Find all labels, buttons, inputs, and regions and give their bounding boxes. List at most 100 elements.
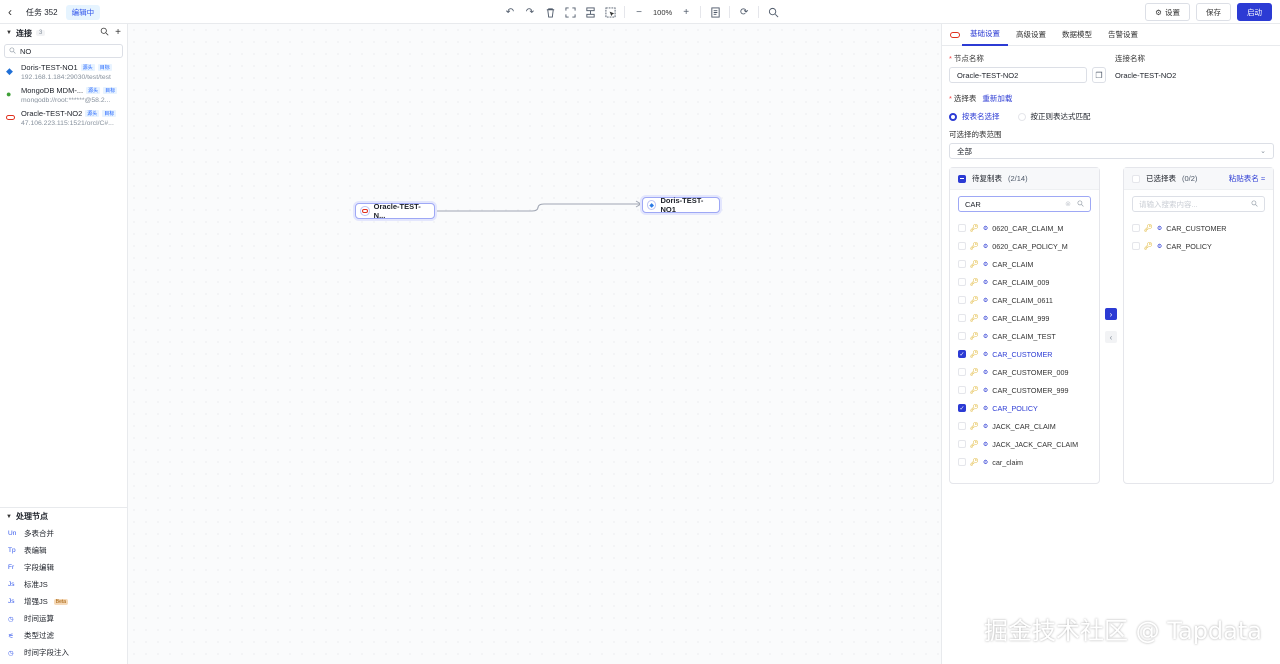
delete-icon[interactable]: [540, 2, 560, 22]
checkbox[interactable]: [958, 242, 966, 250]
back-arrow-icon[interactable]: ‹: [8, 5, 18, 19]
checkbox[interactable]: [958, 332, 966, 340]
connection-item[interactable]: Oracle-TEST-NO2 源头 目标 47.106.223.115:152…: [0, 106, 127, 129]
dag-canvas[interactable]: Oracle-TEST-N... ◆ Doris-TEST-NO1: [128, 24, 941, 664]
source-node[interactable]: Oracle-TEST-N...: [355, 202, 435, 220]
process-node-icon: Js: [8, 598, 15, 605]
connection-item[interactable]: ● MongoDB MDM-... 源头 目标 mongodb://root:*…: [0, 83, 127, 106]
checkbox[interactable]: [958, 422, 966, 430]
selected-table-search-input[interactable]: 请输入搜索内容...: [1132, 196, 1265, 212]
source-table-row[interactable]: 🔑︎ ⚙ CAR_CLAIM: [950, 255, 1099, 273]
refresh-icon[interactable]: ⟳: [734, 2, 754, 22]
source-table-row[interactable]: 🔑︎ ⚙ car_claim: [950, 453, 1099, 471]
select-mode-icon[interactable]: [600, 2, 620, 22]
connection-name-label: 连接名称: [1115, 54, 1145, 63]
selected-table-row[interactable]: 🔑︎ ⚙ CAR_CUSTOMER: [1124, 219, 1273, 237]
start-button[interactable]: 启动: [1237, 3, 1272, 21]
source-table-row[interactable]: 🔑︎ ⚙ JACK_CAR_CLAIM: [950, 417, 1099, 435]
auto-layout-icon[interactable]: [580, 2, 600, 22]
search-icon[interactable]: [100, 27, 109, 39]
document-icon[interactable]: [705, 2, 725, 22]
tab-advanced-settings[interactable]: 高级设置: [1008, 24, 1054, 46]
checkbox[interactable]: [958, 368, 966, 376]
process-node-icon: ◷: [8, 615, 14, 623]
source-table-row[interactable]: 🔑︎ ⚙ 0620_CAR_CLAIM_M: [950, 219, 1099, 237]
undo-icon[interactable]: ↶: [500, 2, 520, 22]
checkbox[interactable]: [1132, 242, 1140, 250]
move-left-button[interactable]: ‹: [1105, 331, 1117, 343]
key-icon: 🔑︎: [970, 441, 979, 448]
checkbox[interactable]: [1132, 224, 1140, 232]
settings-label: 设置: [1165, 7, 1180, 17]
checkbox[interactable]: [958, 314, 966, 322]
checkbox-checked[interactable]: ✓: [958, 404, 966, 412]
target-node[interactable]: ◆ Doris-TEST-NO1: [642, 196, 720, 214]
fit-view-icon[interactable]: [560, 2, 580, 22]
toolbar-divider: [758, 6, 760, 18]
connection-search-input[interactable]: NO: [4, 44, 123, 58]
settings-button[interactable]: ⚙ 设置: [1145, 3, 1190, 21]
select-all-checkbox[interactable]: [958, 174, 966, 183]
source-table-row[interactable]: 🔑︎ ⚙ CAR_CLAIM_999: [950, 309, 1099, 327]
add-icon[interactable]: +: [115, 27, 121, 39]
source-table-row[interactable]: ✓ 🔑︎ ⚙ CAR_CUSTOMER: [950, 345, 1099, 363]
connection-list: ◆ Doris-TEST-NO1 源头 目标 192.168.1.184:290…: [0, 60, 127, 129]
redo-icon[interactable]: ↷: [520, 2, 540, 22]
copy-icon[interactable]: ❐: [1092, 67, 1106, 83]
table-icon: ⚙: [982, 405, 989, 412]
clear-icon[interactable]: ⊗: [1065, 200, 1071, 208]
key-icon: 🔑︎: [970, 405, 979, 412]
search-icon: [1077, 200, 1084, 209]
process-node-item[interactable]: Fr 字段编辑: [0, 559, 127, 576]
source-table-search-input[interactable]: CAR ⊗: [958, 196, 1091, 212]
source-table-row[interactable]: 🔑︎ ⚙ CAR_CLAIM_TEST: [950, 327, 1099, 345]
checkbox[interactable]: [958, 458, 966, 466]
table-range-select[interactable]: 全部 ⌄: [949, 143, 1274, 159]
selected-table-row[interactable]: 🔑︎ ⚙ CAR_POLICY: [1124, 237, 1273, 255]
reload-link[interactable]: 重新加载: [982, 93, 1012, 104]
paste-table-names-button[interactable]: 粘贴表名 ≈: [1229, 173, 1265, 184]
table-icon: ⚙: [982, 459, 989, 466]
process-nodes-header[interactable]: ▼ 处理节点: [0, 507, 127, 525]
move-right-button[interactable]: ›: [1105, 308, 1117, 320]
source-table-row[interactable]: ✓ 🔑︎ ⚙ CAR_POLICY: [950, 399, 1099, 417]
source-table-row[interactable]: 🔑︎ ⚙ JACK_JACK_CAR_CLAIM: [950, 435, 1099, 453]
node-name-input[interactable]: Oracle-TEST-NO2: [949, 67, 1087, 83]
source-table-row[interactable]: 🔑︎ ⚙ CAR_CUSTOMER_009: [950, 363, 1099, 381]
radio-unchecked-icon: [1017, 112, 1026, 121]
source-table-box: 待复制表 (2/14) CAR ⊗ 🔑︎ ⚙ 0620_CAR_CLAIM_M …: [949, 167, 1100, 484]
checkbox-checked[interactable]: ✓: [958, 350, 966, 358]
source-table-row[interactable]: 🔑︎ ⚙ CAR_CLAIM_009: [950, 273, 1099, 291]
tab-basic-settings[interactable]: 基础设置: [962, 24, 1008, 46]
tab-alert-settings[interactable]: 告警设置: [1100, 24, 1146, 46]
checkbox[interactable]: [958, 278, 966, 286]
checkbox[interactable]: [958, 224, 966, 232]
source-table-row[interactable]: 🔑︎ ⚙ 0620_CAR_POLICY_M: [950, 237, 1099, 255]
search-icon[interactable]: [763, 2, 783, 22]
process-node-item[interactable]: ◷ 时间字段注入: [0, 644, 127, 661]
zoom-in-icon[interactable]: +: [676, 2, 696, 22]
process-node-item[interactable]: ◷ 时间运算: [0, 610, 127, 627]
process-node-item[interactable]: Un 多表合并: [0, 525, 127, 542]
source-table-row[interactable]: 🔑︎ ⚙ CAR_CUSTOMER_999: [950, 381, 1099, 399]
save-button[interactable]: 保存: [1196, 3, 1231, 21]
selected-table-box: 已选择表 (0/2) 粘贴表名 ≈ 请输入搜索内容... 🔑︎ ⚙ CAR_CU…: [1123, 167, 1274, 484]
radio-by-table-name[interactable]: 按表名选择: [949, 111, 1000, 122]
connections-header[interactable]: ▼ 连接 3 +: [0, 24, 127, 42]
radio-by-regex[interactable]: 按正则表达式匹配: [1017, 111, 1091, 122]
selection-mode-group: 按表名选择 按正则表达式匹配: [949, 111, 1091, 122]
process-node-item[interactable]: ⚟ 类型过滤: [0, 627, 127, 644]
key-icon: 🔑︎: [970, 423, 979, 430]
checkbox[interactable]: [958, 296, 966, 304]
zoom-out-icon[interactable]: −: [629, 2, 649, 22]
select-all-selected-checkbox[interactable]: [1132, 174, 1140, 183]
tab-data-model[interactable]: 数据模型: [1054, 24, 1100, 46]
source-table-row[interactable]: 🔑︎ ⚙ CAR_CLAIM_0611: [950, 291, 1099, 309]
process-node-item[interactable]: Js 标准JS: [0, 576, 127, 593]
connection-item[interactable]: ◆ Doris-TEST-NO1 源头 目标 192.168.1.184:290…: [0, 60, 127, 83]
process-node-item[interactable]: Tp 表编辑: [0, 542, 127, 559]
checkbox[interactable]: [958, 440, 966, 448]
checkbox[interactable]: [958, 386, 966, 394]
process-node-item[interactable]: Js 增强JS Beta: [0, 593, 127, 610]
checkbox[interactable]: [958, 260, 966, 268]
